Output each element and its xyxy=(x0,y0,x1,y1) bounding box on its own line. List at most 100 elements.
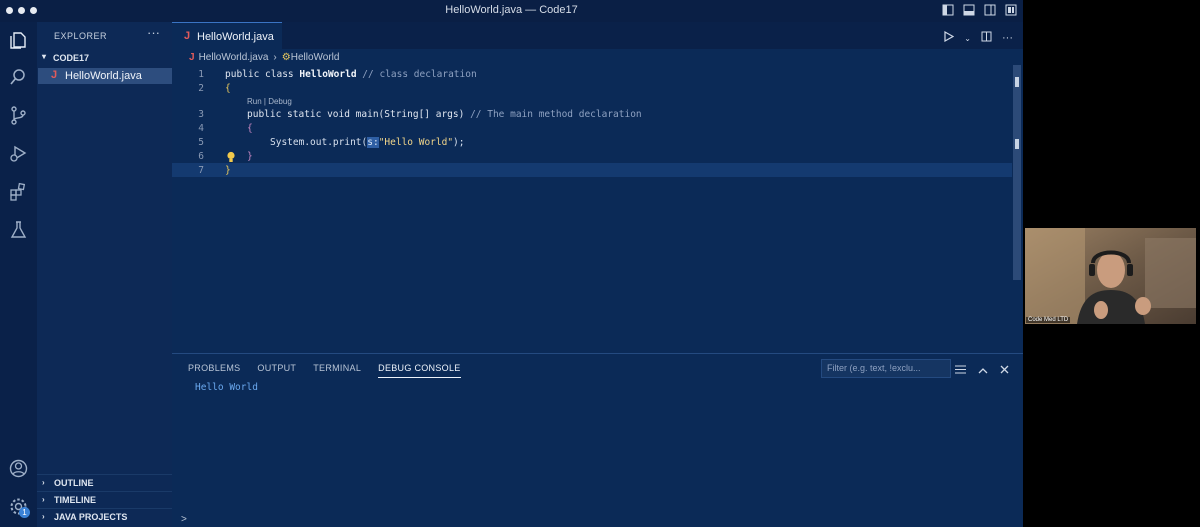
code-line: 6 } xyxy=(172,149,1012,163)
update-badge: 1 xyxy=(19,507,30,518)
tab-output[interactable]: OUTPUT xyxy=(257,363,296,378)
panel-actions xyxy=(955,361,1009,379)
search-icon[interactable] xyxy=(8,67,29,88)
class-name: HelloWorld xyxy=(299,69,357,80)
scrollbar-marker xyxy=(1015,77,1019,87)
code-line: 2 { xyxy=(172,81,1012,95)
more-actions-icon[interactable]: ··· xyxy=(147,25,160,40)
vscode-window: HelloWorld.java — Code17 1 EXPLORER ··· … xyxy=(0,0,1023,527)
section-label: OUTLINE xyxy=(54,478,94,488)
lightbulb-icon[interactable] xyxy=(226,150,236,168)
code-line: 1 public class HelloWorld // class decla… xyxy=(172,67,1012,81)
section-label: JAVA PROJECTS xyxy=(54,512,128,522)
breadcrumb-file[interactable]: HelloWorld.java xyxy=(199,52,269,63)
string-literal: "Hello World" xyxy=(378,137,454,148)
extensions-icon[interactable] xyxy=(8,181,29,202)
code-editor[interactable]: 1 public class HelloWorld // class decla… xyxy=(172,65,1023,353)
run-options-chevron-icon[interactable]: ⌄ xyxy=(964,34,971,43)
explorer-icon[interactable] xyxy=(8,30,29,51)
code-text: System.out.print(s:"Hello World"); xyxy=(270,137,465,148)
chevron-right-icon: › xyxy=(42,512,45,521)
clear-console-icon[interactable] xyxy=(955,361,966,379)
code-line: 3 public static void main(String[] args)… xyxy=(172,107,1012,121)
debug-console-output: Hello World xyxy=(195,382,258,393)
method-signature: public static void main(String[] args) xyxy=(247,109,465,120)
tab-problems[interactable]: PROBLEMS xyxy=(188,363,240,378)
account-icon[interactable] xyxy=(8,458,29,479)
chevron-right-icon: › xyxy=(273,52,277,63)
code-text: { xyxy=(247,123,253,134)
java-file-icon: J xyxy=(51,69,58,81)
activity-bar: 1 xyxy=(0,22,37,527)
line-number: 7 xyxy=(198,165,204,176)
file-helloworld-java[interactable]: J HelloWorld.java xyxy=(38,68,172,84)
breadcrumb-class[interactable]: HelloWorld xyxy=(291,52,340,63)
breadcrumb: J HelloWorld.java › ⚙HelloWorld xyxy=(189,52,339,63)
section-outline[interactable]: › OUTLINE xyxy=(37,474,172,491)
editor-more-icon[interactable]: ··· xyxy=(1002,32,1013,44)
webcam-label: Code Med LTD xyxy=(1026,317,1071,323)
file-label: HelloWorld.java xyxy=(65,70,142,82)
line-number: 5 xyxy=(198,137,204,148)
code-text: { xyxy=(225,83,231,94)
presenter-video-icon xyxy=(1025,228,1196,324)
section-label: TIMELINE xyxy=(54,495,96,505)
section-java-projects[interactable]: › JAVA PROJECTS xyxy=(37,508,172,525)
tab-debug-console[interactable]: DEBUG CONSOLE xyxy=(378,363,461,378)
code-line: 5 System.out.print(s:"Hello World"); xyxy=(172,135,1012,149)
bottom-panel: PROBLEMS OUTPUT TERMINAL DEBUG CONSOLE F… xyxy=(172,353,1023,527)
folder-label: CODE17 xyxy=(53,53,90,63)
panel-tabs: PROBLEMS OUTPUT TERMINAL DEBUG CONSOLE xyxy=(188,363,461,378)
run-icon[interactable] xyxy=(944,29,955,47)
java-file-icon: J xyxy=(184,30,191,42)
editor-scrollbar[interactable] xyxy=(1013,65,1021,280)
method-call: System.out.print( xyxy=(270,137,368,148)
toggle-secondary-sidebar-icon[interactable] xyxy=(984,4,996,16)
testing-flask-icon[interactable] xyxy=(8,219,29,240)
filter-placeholder: Filter (e.g. text, !exclu... xyxy=(827,363,921,373)
title-bar: HelloWorld.java — Code17 xyxy=(0,0,1023,22)
chevron-right-icon: › xyxy=(42,478,45,487)
line-number: 2 xyxy=(198,83,204,94)
chevron-down-icon: ▾ xyxy=(42,52,47,61)
tab-helloworld-java[interactable]: J HelloWorld.java xyxy=(172,22,282,50)
console-filter-input[interactable]: Filter (e.g. text, !exclu... xyxy=(821,359,951,378)
toggle-sidebar-icon[interactable] xyxy=(942,4,954,16)
explorer-sidebar: EXPLORER ··· ▾ CODE17 J HelloWorld.java … xyxy=(37,22,172,527)
scrollbar-marker xyxy=(1015,139,1019,149)
class-symbol-icon: ⚙ xyxy=(281,52,291,63)
comment: // The main method declaration xyxy=(464,109,642,120)
window-title: HelloWorld.java — Code17 xyxy=(445,4,578,16)
code-text: } xyxy=(247,151,253,162)
code-line: 4 { xyxy=(172,121,1012,135)
customize-layout-icon[interactable] xyxy=(1005,4,1017,16)
line-number: 1 xyxy=(198,69,204,80)
section-timeline[interactable]: › TIMELINE xyxy=(37,491,172,508)
line-number: 6 xyxy=(198,151,204,162)
comment: // class declaration xyxy=(356,69,477,80)
tab-terminal[interactable]: TERMINAL xyxy=(313,363,361,378)
parameter-hint: s: xyxy=(367,137,379,148)
sidebar-title: EXPLORER xyxy=(54,31,108,41)
run-debug-icon[interactable] xyxy=(8,143,29,164)
toggle-panel-icon[interactable] xyxy=(963,4,975,16)
layout-controls xyxy=(942,4,1017,16)
line-number: 4 xyxy=(198,123,204,134)
maximize-panel-icon[interactable] xyxy=(978,361,988,379)
console-input-prompt[interactable]: > xyxy=(181,514,187,525)
editor-actions: ⌄ ··· xyxy=(944,29,1013,47)
code-line-current: 7 } xyxy=(172,163,1012,177)
code-punctuation: ); xyxy=(453,137,465,148)
keyword: public class xyxy=(225,69,300,80)
folder-code17[interactable]: ▾ CODE17 xyxy=(37,51,172,65)
webcam-video: Code Med LTD xyxy=(1025,228,1196,324)
close-panel-icon[interactable] xyxy=(1000,361,1009,379)
code-text: public static void main(String[] args) /… xyxy=(247,109,642,120)
chevron-right-icon: › xyxy=(42,495,45,504)
source-control-icon[interactable] xyxy=(8,105,29,126)
line-number: 3 xyxy=(198,109,204,120)
java-file-icon: J xyxy=(189,52,195,63)
editor-tab-bar: J HelloWorld.java ⌄ ··· xyxy=(172,22,1023,50)
code-text: public class HelloWorld // class declara… xyxy=(225,69,477,80)
split-editor-icon[interactable] xyxy=(981,29,992,47)
